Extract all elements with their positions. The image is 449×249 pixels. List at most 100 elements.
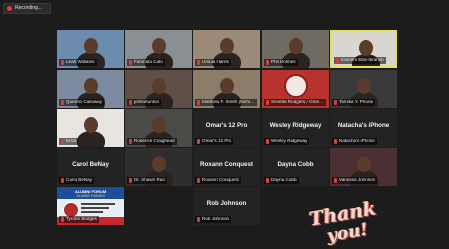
mic-muted-icon xyxy=(266,139,269,144)
participant-tile[interactable]: Tamika Y. Phone xyxy=(330,70,397,108)
participant-label: Rob Johnson xyxy=(195,216,232,223)
participant-tile[interactable]: Natacha's iPhone Natacha's iPhone xyxy=(330,109,397,147)
mic-muted-icon xyxy=(197,100,200,105)
participant-label: Erica xyxy=(59,138,79,145)
participant-tile[interactable]: Ursula Harris xyxy=(193,30,260,68)
participant-head xyxy=(84,38,98,54)
participant-name: Rob Johnson xyxy=(202,217,230,222)
participant-tile[interactable]: Roderick Craighead xyxy=(125,109,192,147)
participant-name-display: Rob Johnson xyxy=(206,200,247,207)
participant-name: Fahmida Cato xyxy=(134,60,163,65)
participant-tile[interactable]: Wesley Ridgeway Wesley Ridgeway xyxy=(262,109,329,147)
participant-tile[interactable]: Quentin Callaway xyxy=(57,70,124,108)
organization-logo-icon xyxy=(284,74,308,98)
participant-name: Kareem Ellis-Ibrahim xyxy=(341,58,384,63)
participant-label: Fahmida Cato xyxy=(127,59,165,66)
mic-muted-icon xyxy=(129,178,132,183)
participant-name: Matthew F. Smith (he/him) xyxy=(202,100,255,105)
participant-head xyxy=(84,78,98,94)
participant-tile[interactable]: Carol BeNay Carol BeNay xyxy=(57,148,124,186)
participant-tile[interactable]: Leah Williams xyxy=(57,30,124,68)
participant-label: Sevetta Rodgers / Omega Psi Phi xyxy=(264,99,326,106)
participant-label: Leah Williams xyxy=(59,59,97,66)
participant-name-display: Roxann Conquest xyxy=(200,161,253,168)
participant-name: Natacha's iPhone xyxy=(339,139,375,144)
participant-label: Carol BeNay xyxy=(59,177,95,184)
participant-tile[interactable]: Rob Johnson Rob Johnson xyxy=(193,187,260,225)
participant-name-display: Carol BeNay xyxy=(72,161,109,168)
participant-name-display: Dayna Cobb xyxy=(277,161,314,168)
participant-name: Wesley Ridgeway xyxy=(271,139,308,144)
participant-head xyxy=(289,38,303,54)
participant-name: Phil Holmes xyxy=(271,60,296,65)
participant-label: Tyrone Bridges xyxy=(59,216,99,223)
participant-label: Quentin Callaway xyxy=(59,99,105,106)
participant-name: Roderick Craighead xyxy=(134,139,175,144)
participant-label: Wesley Ridgeway xyxy=(264,138,310,145)
participant-head xyxy=(152,117,166,133)
participant-name: Sevetta Rodgers / Omega Psi Phi xyxy=(271,100,324,105)
mic-muted-icon xyxy=(197,178,200,183)
mic-muted-icon xyxy=(266,100,269,105)
mic-muted-icon xyxy=(334,178,337,183)
participant-name: Tyrone Bridges xyxy=(66,217,97,222)
participant-label: Natacha's iPhone xyxy=(332,138,377,145)
participant-name-display: Omar's 12 Pro xyxy=(205,122,248,129)
participant-head xyxy=(357,78,371,94)
mic-muted-icon xyxy=(61,217,64,222)
mic-muted-icon xyxy=(129,139,132,144)
mic-muted-icon xyxy=(197,60,200,65)
mic-muted-icon xyxy=(61,178,64,183)
participant-tile[interactable]: Dr. Shawn Rao xyxy=(125,148,192,186)
participant-label: joshahunton xyxy=(127,99,162,106)
participant-tile[interactable]: Vanessa Johnson xyxy=(330,148,397,186)
participant-label: Kareem Ellis-Ibrahim xyxy=(334,57,386,64)
participant-label: Matthew F. Smith (he/him) xyxy=(195,99,257,106)
mic-muted-icon xyxy=(336,58,339,63)
participant-label: Roxann Conquest xyxy=(195,177,241,184)
participant-name: joshahunton xyxy=(134,100,160,105)
participant-head xyxy=(152,156,166,172)
participant-name: Tamika Y. Phone xyxy=(339,100,374,105)
participant-head xyxy=(357,156,371,172)
participant-name: Dr. Shawn Rao xyxy=(134,178,165,183)
participant-tile[interactable]: Omar's 12 Pro Omar's 12 Pro xyxy=(193,109,260,147)
participant-tile[interactable]: Kareem Ellis-Ibrahim xyxy=(330,30,397,68)
participant-tile[interactable]: Phil Holmes xyxy=(262,30,329,68)
participant-label: Dr. Shawn Rao xyxy=(127,177,167,184)
poster-text-line xyxy=(81,211,103,213)
mic-muted-icon xyxy=(266,60,269,65)
participant-label: Omar's 12 Pro xyxy=(195,138,234,145)
participant-name: Vanessa Johnson xyxy=(339,178,376,183)
poster-text-line xyxy=(81,207,109,209)
participant-label: Vanessa Johnson xyxy=(332,177,378,184)
mic-muted-icon xyxy=(334,139,337,144)
participant-tile[interactable]: Erica xyxy=(57,109,124,147)
participant-name: Ursula Harris xyxy=(202,60,229,65)
participant-name: Carol BeNay xyxy=(66,178,93,183)
poster-title: ALUMNI FORUM xyxy=(74,189,107,194)
participant-label: Dayna Cobb xyxy=(264,177,299,184)
mic-muted-icon xyxy=(197,217,200,222)
poster-subtitle: ALUMNI THANKS xyxy=(76,194,105,198)
participant-tile[interactable]: Fahmida Cato xyxy=(125,30,192,68)
participant-label: Ursula Harris xyxy=(195,59,231,66)
mic-muted-icon xyxy=(61,60,64,65)
participant-tile[interactable]: Sevetta Rodgers / Omega Psi Phi xyxy=(262,70,329,108)
participant-tile[interactable]: Matthew F. Smith (he/him) xyxy=(193,70,260,108)
participant-head xyxy=(152,78,166,94)
participant-label: Roderick Craighead xyxy=(127,138,177,145)
participant-head xyxy=(359,40,373,56)
participant-tile[interactable]: ALUMNI FORUM ALUMNI THANKS Tyrone Bridges xyxy=(57,187,124,225)
mic-muted-icon xyxy=(197,139,200,144)
mic-muted-icon xyxy=(61,100,64,105)
participant-name: Roxann Conquest xyxy=(202,178,239,183)
participant-tile[interactable]: Dayna Cobb Dayna Cobb xyxy=(262,148,329,186)
participant-tile[interactable]: joshahunton xyxy=(125,70,192,108)
participant-tile[interactable]: Roxann Conquest Roxann Conquest xyxy=(193,148,260,186)
participant-body xyxy=(77,131,105,147)
participant-name: Quentin Callaway xyxy=(66,100,103,105)
participant-name: Dayna Cobb xyxy=(271,178,297,183)
participant-name-display: Wesley Ridgeway xyxy=(269,122,322,129)
participant-head xyxy=(220,78,234,94)
